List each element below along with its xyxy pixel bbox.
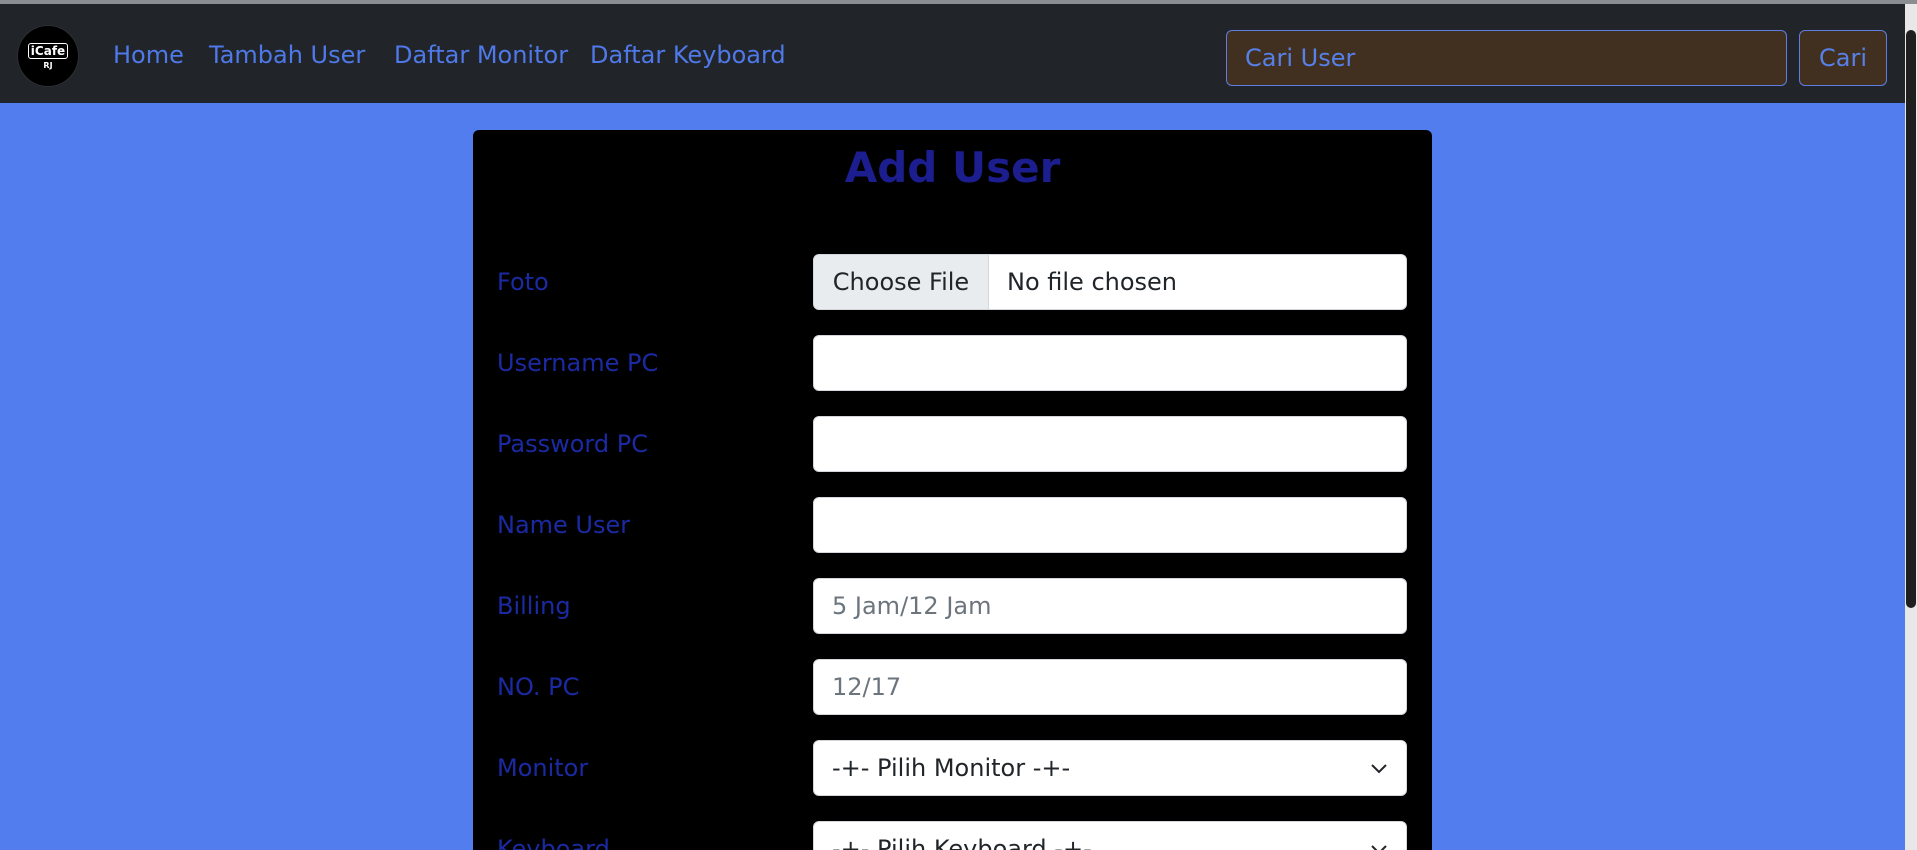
keyboard-select[interactable]: -+- Pilih Keyboard -+-	[813, 821, 1407, 850]
nav-link-home[interactable]: Home	[113, 40, 184, 70]
form-row-username: Username PC	[497, 335, 1407, 391]
form-row-keyboard: Keyboard -+- Pilih Keyboard -+-	[497, 821, 1407, 850]
monitor-selected-value: -+- Pilih Monitor -+-	[832, 754, 1071, 782]
monitor-label: Monitor	[497, 754, 589, 782]
form-row-monitor: Monitor -+- Pilih Monitor -+-	[497, 740, 1407, 796]
password-input[interactable]	[813, 416, 1407, 472]
choose-file-button[interactable]: Choose File	[814, 255, 989, 309]
file-input[interactable]: Choose File No file chosen	[813, 254, 1407, 310]
foto-label: Foto	[497, 268, 549, 296]
billing-input[interactable]	[813, 578, 1407, 634]
nav-link-daftar-monitor[interactable]: Daftar Monitor	[394, 40, 568, 70]
keyboard-selected-value: -+- Pilih Keyboard -+-	[832, 835, 1092, 850]
chevron-down-icon	[1371, 845, 1387, 850]
name-label: Name User	[497, 511, 631, 539]
search-button[interactable]: Cari	[1799, 30, 1887, 86]
monitor-select[interactable]: -+- Pilih Monitor -+-	[813, 740, 1407, 796]
nav-link-daftar-keyboard[interactable]: Daftar Keyboard	[590, 40, 786, 70]
chevron-down-icon	[1371, 764, 1387, 774]
nopc-label: NO. PC	[497, 673, 580, 701]
form-row-password: Password PC	[497, 416, 1407, 472]
username-label: Username PC	[497, 349, 659, 377]
logo-subtext: RJ	[43, 60, 53, 70]
keyboard-label: Keyboard	[497, 835, 610, 850]
form-row-foto: Foto Choose File No file chosen	[497, 254, 1407, 310]
username-input[interactable]	[813, 335, 1407, 391]
nopc-input[interactable]	[813, 659, 1407, 715]
password-label: Password PC	[497, 430, 648, 458]
form-row-billing: Billing	[497, 578, 1407, 634]
brand-logo[interactable]: iCafe RJ	[17, 25, 79, 87]
file-status-text: No file chosen	[1007, 268, 1178, 296]
search-input[interactable]	[1226, 30, 1787, 86]
billing-label: Billing	[497, 592, 571, 620]
form-row-nopc: NO. PC	[497, 659, 1407, 715]
nav-link-tambah-user[interactable]: Tambah User	[209, 40, 365, 70]
name-input[interactable]	[813, 497, 1407, 553]
scrollbar-thumb[interactable]	[1906, 30, 1916, 608]
navbar: iCafe RJ Home Tambah User Daftar Monitor…	[0, 4, 1917, 103]
form-row-name: Name User	[497, 497, 1407, 553]
page-title: Add User	[844, 143, 1061, 192]
logo-text: iCafe	[27, 42, 69, 59]
